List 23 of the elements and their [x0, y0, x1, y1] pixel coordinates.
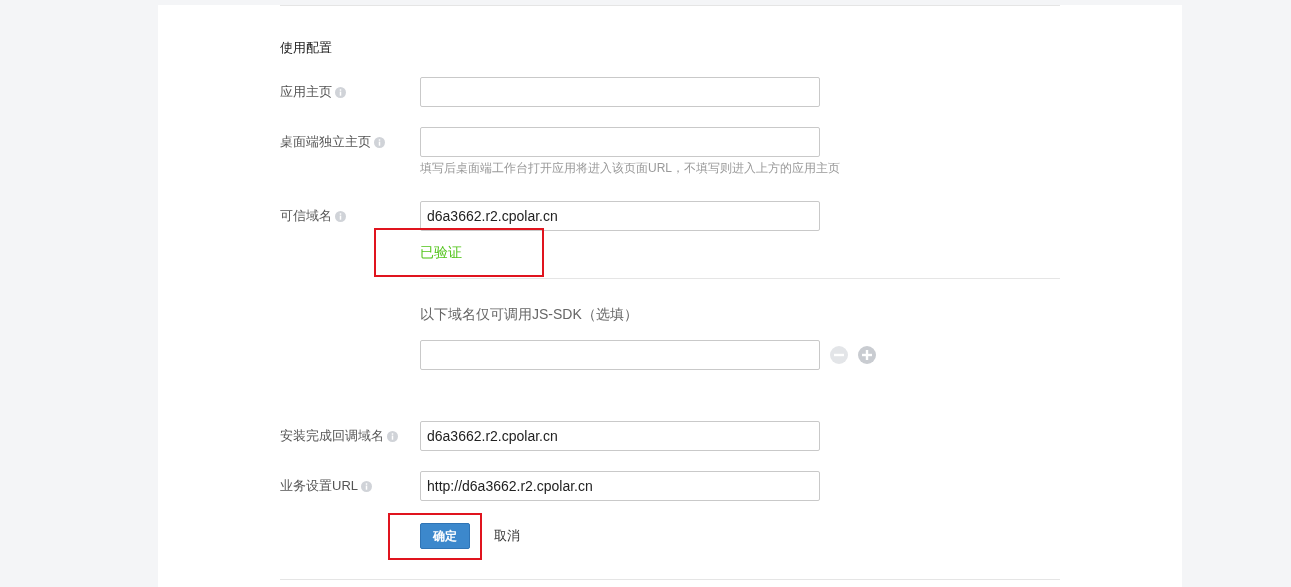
info-icon: [335, 86, 346, 98]
info-icon: [361, 480, 372, 492]
add-icon[interactable]: [858, 346, 876, 364]
field-label: 可信域名: [280, 207, 332, 226]
input-field[interactable]: http://d6a3662.r2.cpolar.cn: [420, 471, 820, 501]
input-field[interactable]: [420, 77, 820, 107]
field-label: 桌面端独立主页: [280, 133, 371, 152]
info-icon: [387, 430, 398, 442]
cancel-link[interactable]: 取消: [494, 526, 520, 546]
confirm-button[interactable]: 确定: [420, 523, 470, 549]
field-label: 应用主页: [280, 83, 332, 102]
info-icon: [335, 210, 346, 222]
field-label: 业务设置URL: [280, 477, 358, 496]
input-field[interactable]: [420, 340, 820, 370]
input-field[interactable]: d6a3662.r2.cpolar.cn: [420, 421, 820, 451]
hint-text: 填写后桌面端工作台打开应用将进入该页面URL，不填写则进入上方的应用主页: [420, 160, 840, 177]
info-icon: [374, 136, 385, 148]
field-label: 安装完成回调域名: [280, 427, 384, 446]
section-title: 使用配置: [280, 39, 333, 56]
input-field[interactable]: d6a3662.r2.cpolar.cn: [420, 201, 820, 231]
verified-status: 已验证: [420, 242, 462, 262]
section-label: 以下域名仅可调用JS-SDK（选填）: [420, 305, 639, 324]
input-field[interactable]: [420, 127, 820, 157]
